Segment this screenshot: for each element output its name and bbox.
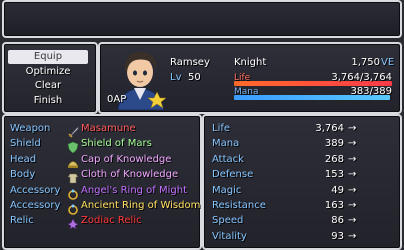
param-value: 3,764 [315,123,344,134]
equip-slot-label[interactable]: Accessory [10,199,60,213]
param-value: 93 [331,230,344,242]
param-arrow: → [348,153,357,165]
param-arrow: → [348,123,357,134]
ring-icon [67,200,79,215]
param-name: Resistance [212,200,266,211]
mp-label: Mana [234,87,259,97]
equip-item-name[interactable]: Shield of Mars [81,137,152,151]
equip-slot-label[interactable]: Body [10,168,35,182]
relic-icon [67,215,79,231]
sword-icon [67,123,79,138]
param-name: Attack [212,153,244,165]
param-arrow: → [348,138,357,150]
actor-name: Ramsey [170,57,210,68]
equip-item-name[interactable]: Cloth of Knowledge [81,168,178,182]
command-optimize[interactable]: Optimize [8,65,88,79]
command-clear[interactable]: Clear [8,79,88,93]
equip-slot-label[interactable]: Shield [10,137,41,151]
shield-icon [67,138,79,154]
param-arrow: → [348,200,357,211]
equip-item-name[interactable]: Masamune [81,122,136,136]
param-name: Mana [212,138,240,150]
param-arrow: → [348,230,357,242]
param-value: 163 [324,200,344,211]
mp-value: 383/389 [350,86,392,97]
param-value: 153 [324,169,344,181]
param-name: Speed [212,215,244,227]
cap-icon [67,154,79,168]
actor-level: 50 [188,72,201,83]
exp-unit: VE [381,57,395,68]
param-arrow: → [348,169,357,181]
param-arrow: → [348,184,357,196]
actor-ap: 0AP [107,94,127,105]
hp-value: 3,764/3,764 [331,72,392,83]
param-value: 49 [331,184,344,196]
level-label: Lv [170,72,182,83]
cloth-icon [67,169,79,184]
param-value: 268 [324,153,344,165]
param-name: Magic [212,184,242,196]
help-window [2,0,402,38]
param-value: 389 [324,138,344,150]
equip-slot-label[interactable]: Accessory [10,184,60,198]
param-value: 86 [331,215,344,227]
hp-label: Life [234,73,251,83]
equip-slot-label[interactable]: Head [10,153,36,167]
equip-slot-label[interactable]: Relic [10,214,34,228]
actor-exp: 1,750 [351,57,380,68]
ring-icon [67,185,79,200]
command-finish[interactable]: Finish [8,94,88,108]
param-name: Vitality [212,230,247,242]
equip-item-name[interactable]: Angel's Ring of Might [81,184,187,198]
command-equip[interactable]: Equip [8,50,88,64]
actor-class: Knight [234,57,267,68]
equip-item-name[interactable]: Cap of Knowledge [81,153,171,167]
equip-item-name[interactable]: Ancient Ring of Wisdom [81,199,200,213]
param-name: Life [212,123,231,134]
param-name: Defense [212,169,254,181]
param-arrow: → [348,215,357,227]
equip-item-name[interactable]: Zodiac Relic [81,214,142,228]
equip-slot-label[interactable]: Weapon [10,122,50,136]
